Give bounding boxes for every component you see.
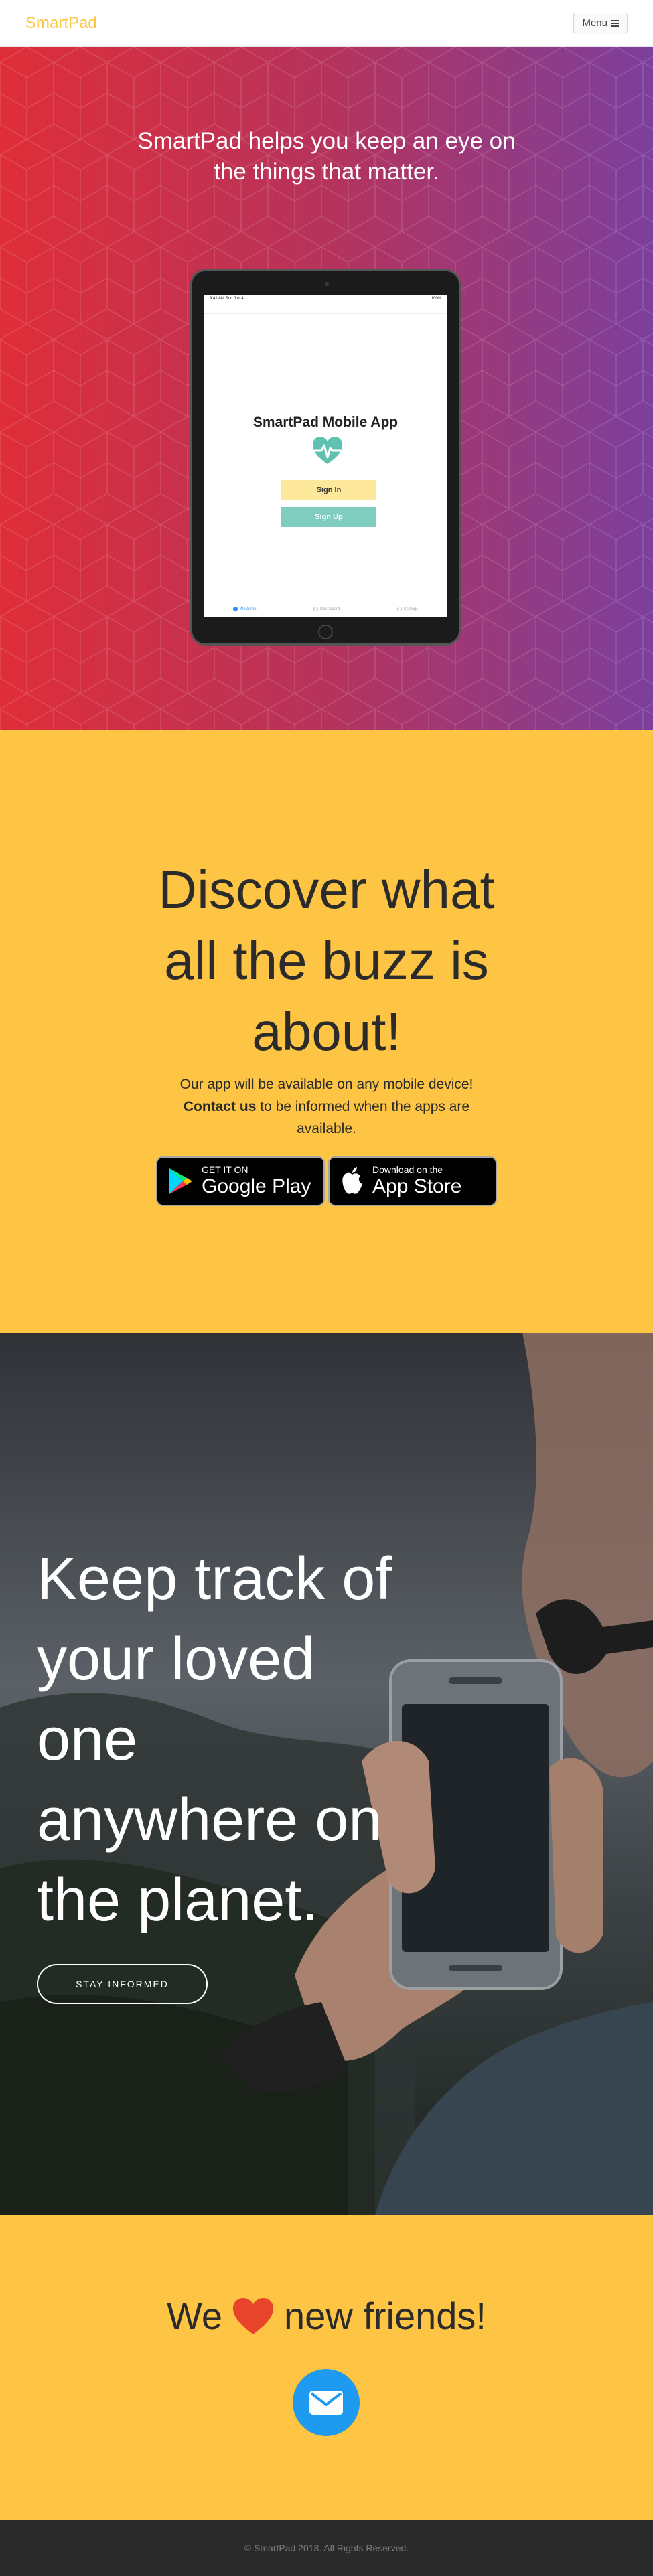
- tab-dot-icon: [396, 607, 402, 611]
- apple-badge-text: Download on the App Store: [372, 1164, 461, 1198]
- app-tab-bar: Welcome Dashboard Settings: [204, 601, 447, 617]
- apple-icon: [342, 1167, 362, 1194]
- status-battery: 100%: [431, 297, 441, 301]
- menu-bars-icon: [611, 19, 619, 27]
- track-title-line: your loved: [37, 1626, 315, 1693]
- friends-title-before: We: [167, 2295, 223, 2337]
- download-text-line: Our app will be available on any mobile …: [179, 1077, 474, 1092]
- tablet-device: 9:41 AM Sun Jun 4 100% SmartPad Mobile A…: [190, 269, 461, 646]
- google-play-badge[interactable]: GET IT ON Google Play: [156, 1156, 325, 1206]
- contact-mail-button[interactable]: [293, 2369, 360, 2436]
- apple-badge-small: Download on the: [372, 1164, 443, 1175]
- tab-dot-icon: [313, 607, 318, 611]
- download-text-line: Contact us to be informed when the apps …: [147, 1095, 506, 1118]
- menu-label: Menu: [582, 17, 607, 29]
- download-title: Discover what all the buzz is about!: [0, 854, 653, 1067]
- download-title-line: about!: [252, 1002, 401, 1061]
- menu-button[interactable]: Menu: [573, 13, 628, 33]
- download-title-line: all the buzz is: [164, 931, 489, 990]
- tablet-status-bar: 9:41 AM Sun Jun 4 100%: [204, 295, 447, 302]
- tablet-screen: 9:41 AM Sun Jun 4 100% SmartPad Mobile A…: [204, 295, 447, 617]
- download-text-line: available.: [297, 1121, 356, 1136]
- footer: © SmartPad 2018. All Rights Reserved.: [0, 2520, 653, 2576]
- download-title-line: Discover what: [158, 860, 495, 919]
- download-description: Our app will be available on any mobile …: [147, 1073, 506, 1140]
- brand-logo[interactable]: SmartPad: [25, 14, 97, 33]
- tab-dot-icon: [232, 607, 238, 611]
- app-tab-settings[interactable]: Settings: [396, 607, 419, 611]
- apple-badge-big: App Store: [372, 1175, 462, 1197]
- friends-title-after: new friends!: [284, 2295, 486, 2337]
- hero-title-line: SmartPad helps you keep an eye on: [137, 128, 516, 154]
- app-sign-up-button[interactable]: Sign Up: [281, 507, 376, 527]
- hero-title-line: the things that matter.: [214, 159, 439, 185]
- hero-section: SmartPad helps you keep an eye on the th…: [0, 47, 653, 730]
- track-title-line: the planet.: [37, 1867, 319, 1934]
- download-text-rest: to be informed when the apps are: [256, 1099, 470, 1114]
- app-sign-in-button[interactable]: Sign In: [281, 480, 376, 500]
- tablet-nav-bar: [204, 302, 447, 314]
- tablet-home-button: [318, 625, 333, 639]
- tab-label: Settings: [403, 607, 419, 611]
- tablet-camera: [325, 282, 329, 286]
- track-title: Keep track of your loved one anywhere on…: [37, 1539, 439, 1941]
- stay-informed-button[interactable]: STAY INFORMED: [37, 1964, 208, 2004]
- google-badge-small: GET IT ON: [202, 1164, 248, 1175]
- heart-icon: [233, 2298, 274, 2334]
- google-badge-text: GET IT ON Google Play: [202, 1164, 311, 1198]
- copyright-text: © SmartPad 2018. All Rights Reserved.: [244, 2543, 409, 2553]
- track-title-line: anywhere on: [37, 1787, 382, 1853]
- envelope-icon: [309, 2391, 343, 2415]
- friends-section: We new friends!: [0, 2215, 653, 2520]
- download-section: Discover what all the buzz is about! Our…: [0, 730, 653, 1333]
- tab-label: Welcome: [239, 607, 257, 611]
- friends-title: We new friends!: [0, 2292, 653, 2340]
- track-section: Keep track of your loved one anywhere on…: [0, 1333, 653, 2215]
- google-badge-big: Google Play: [202, 1175, 311, 1197]
- app-title: SmartPad Mobile App: [252, 414, 398, 430]
- app-tab-dashboard[interactable]: Dashboard: [313, 607, 340, 611]
- app-store-badge[interactable]: Download on the App Store: [328, 1156, 497, 1206]
- hero-title: SmartPad helps you keep an eye on the th…: [0, 126, 653, 187]
- heart-pulse-icon: [313, 437, 342, 464]
- tab-label: Dashboard: [319, 607, 340, 611]
- navbar: SmartPad Menu: [0, 0, 653, 47]
- track-title-line: Keep track of: [37, 1545, 392, 1612]
- status-time: 9:41 AM Sun Jun 4: [210, 297, 244, 301]
- google-play-icon: [169, 1168, 192, 1194]
- contact-us-link[interactable]: Contact us: [184, 1099, 257, 1114]
- track-title-line: one: [37, 1706, 138, 1773]
- app-tab-welcome[interactable]: Welcome: [232, 607, 257, 611]
